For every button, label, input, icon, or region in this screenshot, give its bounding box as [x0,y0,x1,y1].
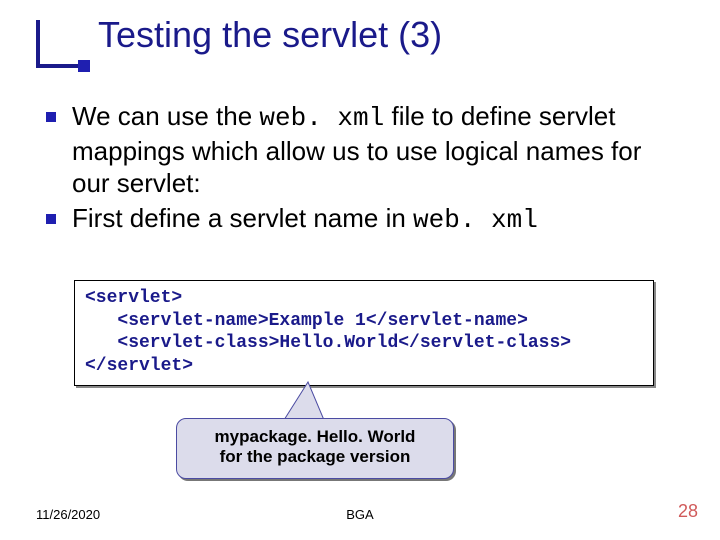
bullet-code: web. xml [259,103,384,133]
code-line: </servlet> [85,355,643,378]
slide-title-block: Testing the servlet (3) [36,14,442,56]
bullet-marker-icon [46,214,56,224]
footer-author: BGA [0,507,720,522]
code-line: <servlet-name>Example 1</servlet-name> [85,310,643,333]
bullet-marker-icon [46,112,56,122]
callout-line: mypackage. Hello. World [187,427,443,447]
code-block: <servlet> <servlet-name>Example 1</servl… [74,280,654,386]
title-square-decoration [78,60,90,72]
bullet-text-pre: First define a servlet name in [72,203,413,233]
bullet-list: We can use the web. xml file to define s… [46,100,686,238]
bullet-text: We can use the web. xml file to define s… [72,100,686,200]
bullet-code: web. xml [413,205,538,235]
callout-line: for the package version [187,447,443,467]
footer-page-number: 28 [678,501,698,522]
slide-title: Testing the servlet (3) [98,14,442,56]
bullet-item: We can use the web. xml file to define s… [46,100,686,200]
code-line: <servlet> [85,287,643,310]
callout-box: mypackage. Hello. World for the package … [176,418,454,479]
bullet-text-pre: We can use the [72,101,259,131]
bullet-item: First define a servlet name in web. xml [46,202,686,237]
bullet-text: First define a servlet name in web. xml [72,202,538,237]
code-line: <servlet-class>Hello.World</servlet-clas… [85,332,643,355]
title-corner-decoration [36,20,84,68]
